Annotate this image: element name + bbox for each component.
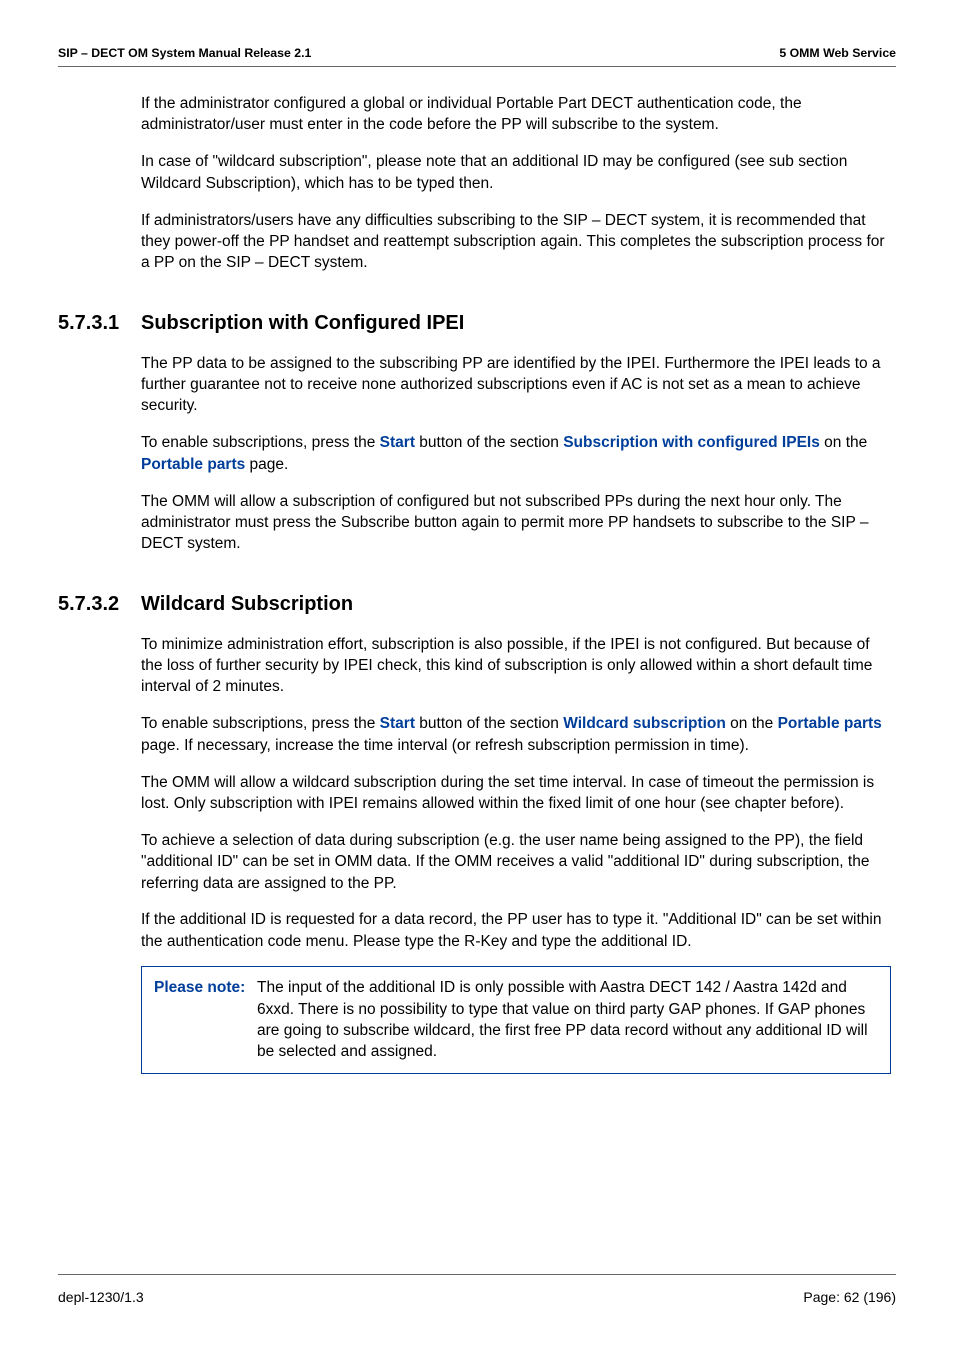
s1-p3: The OMM will allow a subscription of con… [141, 491, 891, 555]
page-header: SIP – DECT OM System Manual Release 2.1 … [58, 46, 896, 67]
s2-p3: The OMM will allow a wildcard subscripti… [141, 772, 891, 815]
s2-p2-post: page. If necessary, increase the time in… [141, 737, 749, 754]
footer-left: depl-1230/1.3 [58, 1289, 144, 1305]
s2-p2-mid2: on the [726, 715, 778, 732]
s2-p2-mid1: button of the section [415, 715, 563, 732]
link-portable-parts-2[interactable]: Portable parts [778, 715, 882, 732]
footer-right: Page: 62 (196) [803, 1289, 896, 1305]
s1-p2: To enable subscriptions, press the Start… [141, 432, 891, 475]
link-subscription-configured-ipeis[interactable]: Subscription with configured IPEIs [563, 434, 820, 451]
s1-p2-mid2: on the [820, 434, 867, 451]
page-footer: depl-1230/1.3 Page: 62 (196) [58, 1274, 896, 1305]
section-1-body: The PP data to be assigned to the subscr… [141, 353, 891, 555]
s2-p2: To enable subscriptions, press the Start… [141, 713, 891, 756]
intro-p3: If administrators/users have any difficu… [141, 210, 891, 274]
header-right: 5 OMM Web Service [779, 46, 896, 60]
intro-block: If the administrator configured a global… [141, 93, 891, 274]
s1-p1: The PP data to be assigned to the subscr… [141, 353, 891, 417]
section-number-1: 5.7.3.1 [58, 312, 141, 335]
note-body: The input of the additional ID is only p… [257, 977, 871, 1063]
intro-p1: If the administrator configured a global… [141, 93, 891, 136]
s2-p4: To achieve a selection of data during su… [141, 830, 891, 894]
document-page: SIP – DECT OM System Manual Release 2.1 … [0, 0, 954, 1351]
section-heading-2: 5.7.3.2 Wildcard Subscription [58, 593, 896, 616]
header-left: SIP – DECT OM System Manual Release 2.1 [58, 46, 311, 60]
s2-p2-pre: To enable subscriptions, press the [141, 715, 380, 732]
s2-p1: To minimize administration effort, subsc… [141, 634, 891, 698]
s1-p2-pre: To enable subscriptions, press the [141, 434, 380, 451]
note-label: Please note: [154, 977, 257, 998]
s1-p2-mid1: button of the section [415, 434, 563, 451]
section-title-1: Subscription with Configured IPEI [141, 312, 464, 335]
please-note-box: Please note:The input of the additional … [141, 966, 891, 1074]
section-2-body: To minimize administration effort, subsc… [141, 634, 891, 1074]
link-portable-parts-1[interactable]: Portable parts [141, 456, 245, 473]
link-start-1[interactable]: Start [380, 434, 415, 451]
intro-p2: In case of "wildcard subscription", plea… [141, 151, 891, 194]
section-number-2: 5.7.3.2 [58, 593, 141, 616]
section-heading-1: 5.7.3.1 Subscription with Configured IPE… [58, 312, 896, 335]
s2-p5: If the additional ID is requested for a … [141, 909, 891, 952]
s1-p2-post: page. [245, 456, 288, 473]
section-title-2: Wildcard Subscription [141, 593, 353, 616]
link-start-2[interactable]: Start [380, 715, 415, 732]
link-wildcard-subscription[interactable]: Wildcard subscription [563, 715, 726, 732]
